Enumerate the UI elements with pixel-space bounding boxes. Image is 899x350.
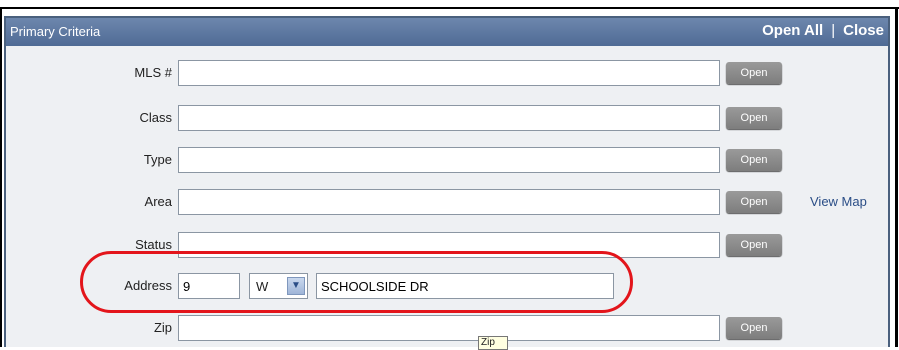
mls-row: MLS # Open: [6, 60, 888, 86]
close-link[interactable]: Close: [843, 22, 884, 39]
area-row: Area Open View Map: [6, 189, 888, 215]
area-input[interactable]: [178, 189, 720, 215]
class-label: Class: [139, 110, 172, 125]
mls-input[interactable]: [178, 60, 720, 86]
address-highlight-oval: [80, 251, 633, 313]
zip-open-button[interactable]: Open: [726, 317, 782, 339]
type-input[interactable]: [178, 147, 720, 173]
class-row: Class Open: [6, 105, 888, 131]
header-links: Open All | Close: [762, 22, 884, 39]
area-label: Area: [144, 194, 172, 209]
class-input[interactable]: [178, 105, 720, 131]
type-open-button[interactable]: Open: [726, 149, 782, 171]
zip-tooltip: Zip: [478, 336, 508, 350]
zip-input[interactable]: [178, 315, 720, 341]
area-open-button[interactable]: Open: [726, 191, 782, 213]
zip-row: Zip Open: [6, 315, 888, 341]
panel-header: Primary Criteria Open All | Close: [6, 18, 888, 46]
panel-title: Primary Criteria: [10, 24, 101, 39]
zip-label: Zip: [153, 320, 172, 335]
screen-frame-right: [895, 7, 898, 347]
open-all-link[interactable]: Open All: [762, 22, 823, 39]
header-separator: |: [831, 22, 836, 39]
status-label: Status: [135, 237, 172, 252]
screen-frame-top: [0, 7, 899, 9]
mls-open-button[interactable]: Open: [726, 62, 782, 84]
type-row: Type Open: [6, 147, 888, 173]
class-open-button[interactable]: Open: [726, 107, 782, 129]
screen-frame-left: [0, 7, 2, 347]
mls-label: MLS #: [134, 65, 172, 80]
status-open-button[interactable]: Open: [726, 234, 782, 256]
type-label: Type: [143, 152, 172, 167]
view-map-link[interactable]: View Map: [810, 194, 867, 209]
